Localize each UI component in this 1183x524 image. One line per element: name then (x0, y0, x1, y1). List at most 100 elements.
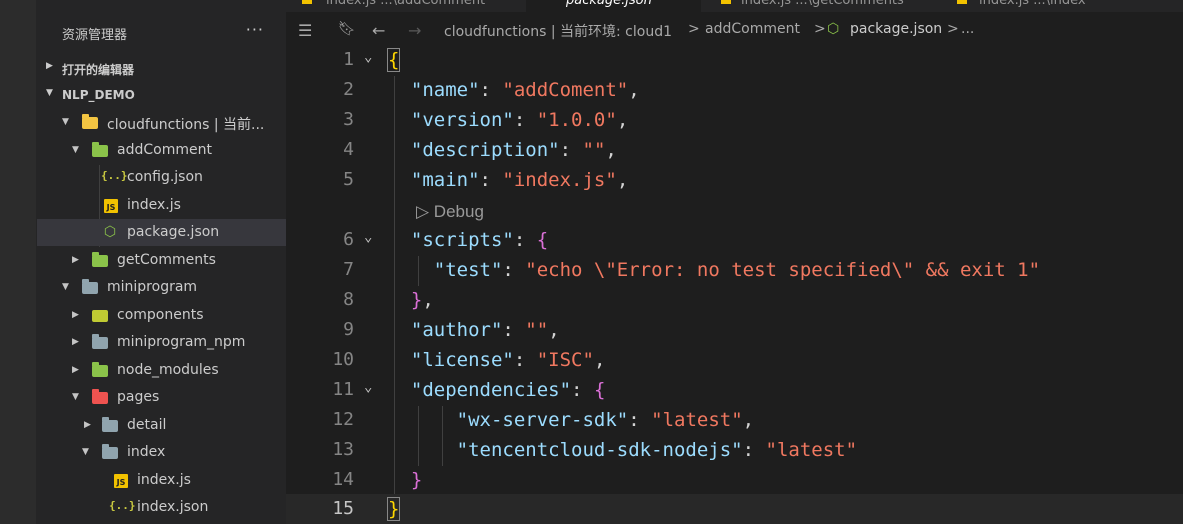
tab-label: index.js ...\index (979, 0, 1086, 8)
tree-item-label: miniprogram_npm (117, 334, 246, 350)
bookmark-icon[interactable]: 🔖︎ (338, 21, 356, 37)
tree-item-index-js[interactable]: JS index.js (37, 192, 286, 219)
forward-icon[interactable]: → (408, 21, 421, 40)
chevron-down-icon: ▼ (72, 392, 79, 402)
tree-item-miniprogram-npm[interactable]: ▶ miniprogram_npm (37, 329, 286, 356)
code-line: 3 "version": "1.0.0", (286, 106, 1183, 136)
folder-icon (102, 417, 118, 432)
tree-item-cloudfunctions[interactable]: ▼ cloudfunctions | 当前... (37, 109, 286, 136)
code-line: 9 "author": "", (286, 316, 1183, 346)
chevron-right-icon: ▶ (72, 365, 79, 375)
js-icon (957, 0, 967, 4)
folder-icon (102, 444, 118, 459)
tree-item-label: index (127, 444, 166, 460)
json-icon: {..} (101, 169, 128, 182)
code-text: "scripts": { (410, 229, 549, 251)
tree-item-miniprogram[interactable]: ▼ miniprogram (37, 274, 286, 301)
line-number: 9 (343, 319, 354, 340)
tree-item-label: config.json (127, 169, 203, 185)
chevron-down-icon: ▼ (82, 447, 89, 457)
chevron-down-icon[interactable]: ⌄ (364, 379, 372, 395)
line-number: 6 (343, 229, 354, 250)
code-text: "author": "", (410, 319, 560, 341)
breadcrumb-separator: > (814, 21, 826, 37)
folder-icon (82, 279, 98, 294)
js-icon (302, 0, 312, 4)
project-section[interactable]: ▼ NLP_DEMO (37, 84, 286, 106)
code-line: 5 "main": "index.js", (286, 166, 1183, 196)
tree-item-detail[interactable]: ▶ detail (37, 412, 286, 439)
line-number: 10 (332, 349, 354, 370)
chevron-down-icon: ▼ (72, 145, 79, 155)
tree-item-label: miniprogram (107, 279, 198, 295)
tree-item-label: cloudfunctions | 当前... (107, 117, 265, 133)
tree-item-pages[interactable]: ▼ pages (37, 384, 286, 411)
code-line: 14 } (286, 466, 1183, 496)
back-icon[interactable]: ← (372, 21, 385, 40)
line-number: 15 (332, 498, 354, 519)
tab-label: index.js ...\addComment (326, 0, 486, 8)
tree-item-label: detail (127, 417, 167, 433)
open-editors-label: 打开的编辑器 (62, 63, 135, 77)
breadcrumb-path-root[interactable]: cloudfunctions | 当前环境: cloud1 (444, 21, 672, 41)
code-line: 11 ⌄ "dependencies": { (286, 376, 1183, 406)
js-icon: JS (104, 199, 118, 213)
breadcrumb-more[interactable]: ... (961, 21, 974, 37)
code-line: 7 "test": "echo \"Error: no test specifi… (286, 256, 1183, 286)
code-line: 1 ⌄ { (286, 46, 1183, 76)
activity-bar (0, 0, 37, 524)
line-number: 4 (343, 139, 354, 160)
chevron-right-icon: ▶ (72, 337, 79, 347)
js-icon: JS (114, 474, 128, 488)
line-number: 12 (332, 409, 354, 430)
chevron-down-icon: ▼ (62, 117, 69, 127)
node-icon: ⬡ (827, 21, 840, 37)
more-actions-icon[interactable]: ··· (246, 20, 264, 39)
tree-item-index-folder[interactable]: ▼ index (37, 439, 286, 466)
code-text: }, (410, 289, 434, 311)
tree-item-config-json[interactable]: {..} config.json (37, 164, 286, 191)
tab-index-js-getcomments[interactable]: index.js ...\getComments (701, 0, 941, 12)
line-number: 3 (343, 109, 354, 130)
json-icon: {..} (109, 499, 136, 512)
breadcrumb-file[interactable]: package.json (850, 21, 942, 37)
tab-label: package.json (566, 0, 652, 8)
tree-item-label: components (117, 307, 204, 323)
tree-item-pages-index-js[interactable]: JS index.js (37, 467, 286, 494)
tree-item-components[interactable]: ▶ components (37, 302, 286, 329)
tree-item-getComments[interactable]: ▶ getComments (37, 247, 286, 274)
code-text: } (386, 497, 401, 521)
line-number: 14 (332, 469, 354, 490)
list-icon[interactable]: ☰ (298, 21, 312, 40)
tree-item-label: index.js (127, 197, 181, 213)
tab-index-js-addcomment[interactable]: index.js ...\addComment (286, 0, 526, 12)
code-text: "license": "ISC", (410, 349, 606, 371)
folder-icon (92, 334, 108, 349)
code-line: 2 "name": "addComent", (286, 76, 1183, 106)
chevron-down-icon[interactable]: ⌄ (364, 229, 372, 245)
debug-codelens[interactable]: ▷ Debug (416, 202, 484, 222)
tree-item-addComment[interactable]: ▼ addComment (37, 137, 286, 164)
chevron-down-icon[interactable]: ⌄ (364, 49, 372, 65)
code-line: 12 "wx-server-sdk": "latest", (286, 406, 1183, 436)
code-line-current: 15 } (286, 494, 1183, 524)
code-text: "test": "echo \"Error: no test specified… (433, 259, 1041, 281)
line-number: 5 (343, 169, 354, 190)
code-text: "version": "1.0.0", (410, 109, 629, 131)
line-number: 13 (332, 439, 354, 460)
breadcrumb-path-folder[interactable]: addComment (705, 21, 800, 37)
folder-open-icon (82, 114, 98, 129)
code-text: } (410, 469, 423, 491)
code-editor[interactable]: 1 ⌄ { 2 "name": "addComent", 3 "version"… (286, 46, 1183, 524)
explorer-sidebar: 资源管理器 ··· ▶ 打开的编辑器 ▼ NLP_DEMO ▼ cloudfun… (37, 0, 286, 524)
chevron-down-icon: ▼ (46, 88, 53, 98)
tab-index-js-index[interactable]: index.js ...\index (941, 0, 1183, 12)
debug-label: Debug (433, 202, 484, 221)
tree-item-node-modules[interactable]: ▶ node_modules (37, 357, 286, 384)
code-line: 4 "description": "", (286, 136, 1183, 166)
folder-green-icon (92, 142, 108, 157)
tab-package-json[interactable]: package.json (526, 0, 701, 12)
open-editors-section[interactable]: ▶ 打开的编辑器 (37, 57, 286, 79)
tree-item-pages-index-json[interactable]: {..} index.json (37, 494, 286, 521)
tree-item-package-json[interactable]: ⬡ package.json (37, 219, 286, 246)
